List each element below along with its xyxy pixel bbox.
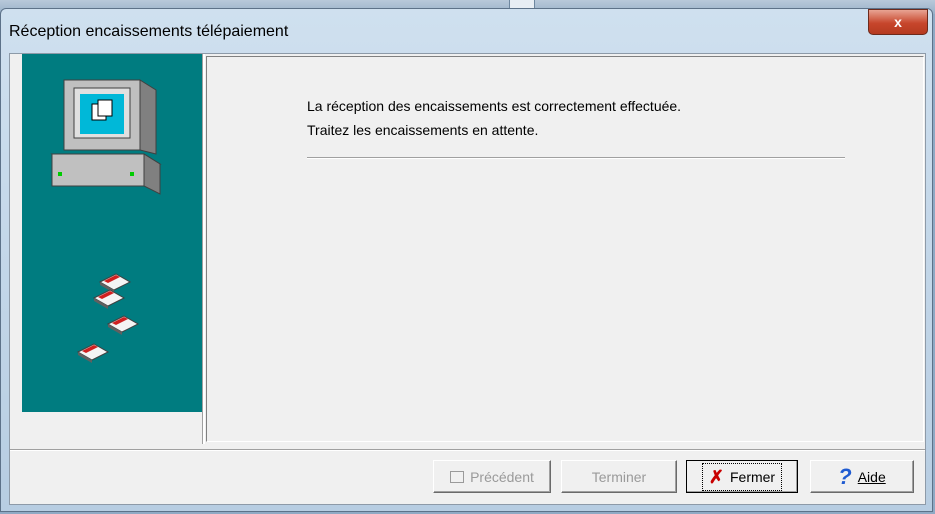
finish-label: Terminer [591,468,647,485]
close-label: Fermer [729,468,776,485]
window-close-button[interactable]: x [868,9,928,35]
close-button[interactable]: ✗ Fermer [686,460,798,493]
help-button[interactable]: ? Aide [810,460,914,493]
x-icon: ✗ [708,466,724,487]
previous-label: Précédent [470,468,534,485]
help-label: Aide [857,468,886,485]
footer-separator [10,449,925,451]
side-illustration-panel [22,54,202,412]
message-line-2: Traitez les encaissements en attente. [307,122,539,138]
previous-button[interactable]: Précédent [433,460,551,493]
previous-icon [450,470,465,483]
dialog-client-area: La réception des encaissements est corre… [9,53,926,505]
panel-divider [202,54,205,444]
dialog-window: Réception encaissements télépaiement x L… [0,8,933,512]
window-title: Réception encaissements télépaiement [9,23,289,40]
content-separator [307,157,845,159]
question-mark-icon: ? [838,463,852,489]
finish-button[interactable]: Terminer [561,460,677,493]
floppy-disk-icon [76,273,140,363]
message-line-1: La réception des encaissements est corre… [307,98,682,114]
